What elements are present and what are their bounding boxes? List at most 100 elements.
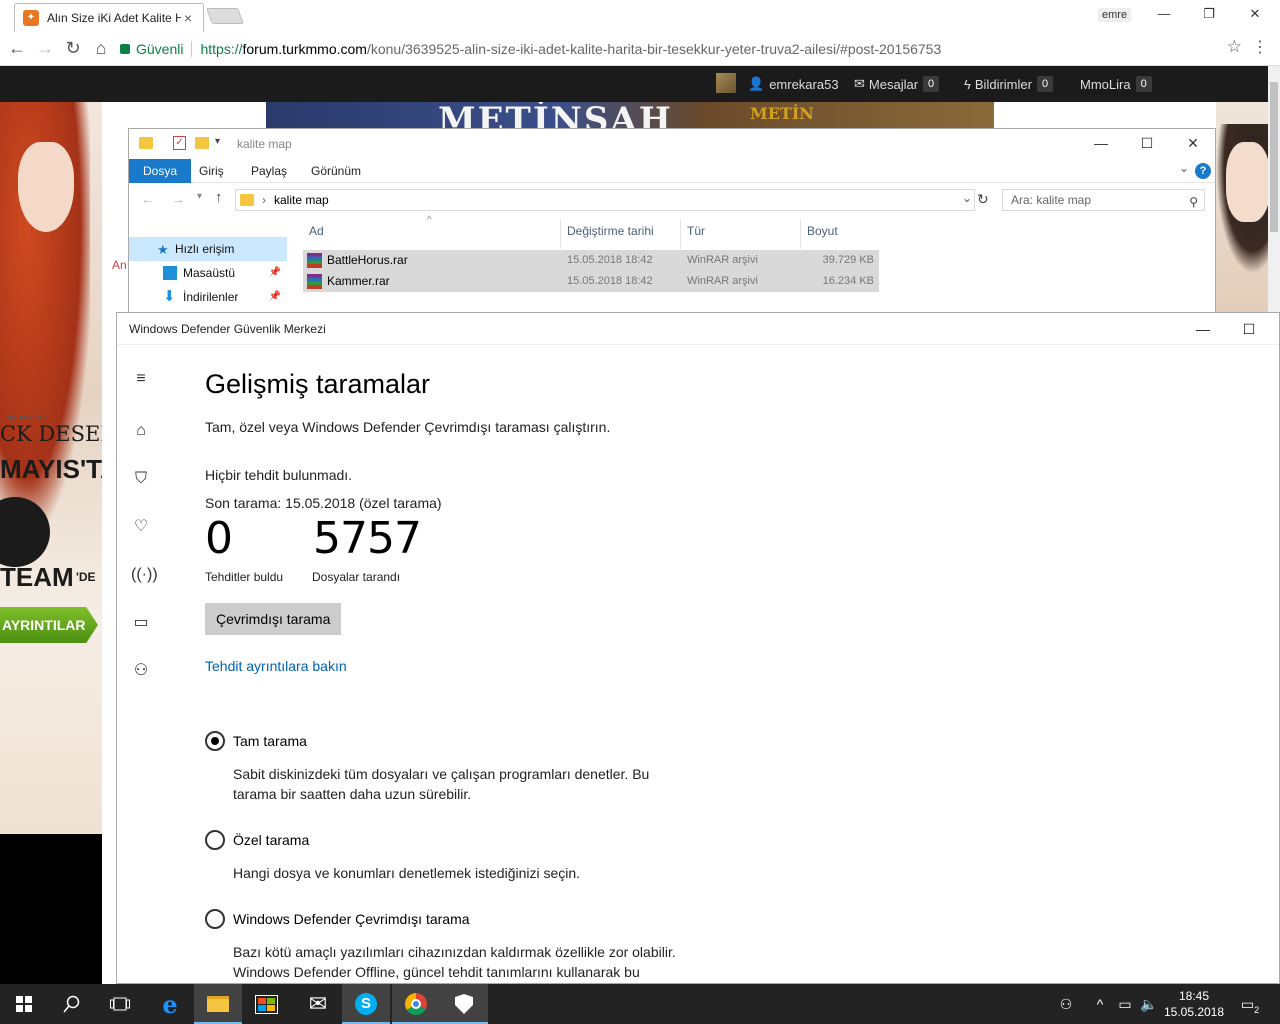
store-taskbar-button[interactable]: [242, 984, 290, 1024]
right-ad-banner[interactable]: [1216, 102, 1268, 314]
avatar[interactable]: [716, 73, 736, 93]
column-size[interactable]: Boyut: [801, 219, 879, 249]
scroll-thumb[interactable]: [1270, 82, 1278, 232]
search-icon[interactable]: ⚲: [1189, 192, 1198, 212]
explorer-search-input[interactable]: Ara: kalite map ⚲: [1002, 189, 1205, 211]
explorer-back-icon[interactable]: ←: [141, 191, 155, 207]
health-heart-icon[interactable]: ♡: [131, 517, 151, 537]
explorer-address-box[interactable]: › kalite map ⌄: [235, 189, 975, 211]
tab-file[interactable]: Dosya: [129, 159, 192, 183]
left-ad-banner[interactable]: THE BRIGHTS CK DESERT MAYIS'TA TEAM 'DE …: [0, 102, 102, 834]
back-arrow-icon[interactable]: ←: [6, 37, 28, 59]
taskbar-clock[interactable]: 18:45 15.05.2018: [1160, 988, 1228, 1020]
chrome-profile-button[interactable]: emre: [1098, 8, 1132, 22]
file-date: 15.05.2018 18:42: [567, 254, 653, 266]
volume-icon[interactable]: 🔈: [1138, 984, 1160, 1024]
close-icon[interactable]: ✕: [1245, 4, 1265, 24]
nav-quick-access[interactable]: ★ Hızlı erişim: [129, 237, 287, 261]
reload-icon[interactable]: ↻: [62, 37, 84, 59]
minimize-icon[interactable]: —: [1154, 4, 1174, 24]
explorer-taskbar-button[interactable]: [194, 984, 242, 1024]
mail-taskbar-button[interactable]: ✉: [294, 984, 342, 1024]
defender-minimize-icon[interactable]: —: [1191, 313, 1215, 345]
skype-taskbar-button[interactable]: S: [342, 984, 390, 1024]
pin-icon[interactable]: 📌: [269, 285, 281, 309]
ribbon-expand-icon[interactable]: ⌄: [1179, 161, 1189, 175]
defender-taskbar-button[interactable]: [440, 984, 488, 1024]
breadcrumb-chevron-icon[interactable]: ›: [262, 193, 266, 207]
radio-custom-scan[interactable]: Özel tarama: [205, 830, 309, 850]
up-folder-icon[interactable]: ↑: [215, 189, 223, 206]
forum-notifications[interactable]: ϟ Bildirimler 0: [964, 76, 1054, 92]
edge-taskbar-button[interactable]: e: [146, 984, 194, 1024]
column-date-modified[interactable]: Değiştirme tarihi: [561, 219, 681, 249]
start-button[interactable]: [0, 984, 48, 1024]
search-placeholder: Ara: kalite map: [1011, 193, 1092, 207]
radio-button[interactable]: [205, 830, 225, 850]
forum-mmolira[interactable]: MmoLira 0: [1080, 76, 1152, 92]
network-icon[interactable]: ▭: [1114, 984, 1136, 1024]
tab-home[interactable]: Giriş: [199, 159, 224, 183]
new-tab-button[interactable]: [206, 8, 244, 24]
app-browser-window-icon[interactable]: ▭: [131, 613, 151, 633]
threat-details-link[interactable]: Tehdit ayrıntılara bakın: [205, 658, 347, 674]
address-bar[interactable]: Güvenli https:// forum.turkmmo.com /konu…: [120, 36, 1246, 62]
family-icon[interactable]: ⚇: [131, 661, 151, 681]
file-explorer-window: ✓ ▾ kalite map — ☐ ✕ Dosya Giriş Paylaş …: [128, 128, 1216, 314]
breadcrumb[interactable]: kalite map: [274, 193, 329, 207]
explorer-maximize-icon[interactable]: ☐: [1137, 135, 1157, 152]
column-name[interactable]: Ad: [303, 219, 561, 249]
radio-full-scan[interactable]: Tam tarama: [205, 731, 307, 751]
explorer-titlebar: ✓ ▾ kalite map — ☐ ✕: [129, 129, 1215, 159]
chrome-menu-icon[interactable]: ⋮: [1252, 37, 1268, 57]
hamburger-menu-icon[interactable]: ≡: [131, 369, 151, 389]
forward-arrow-icon[interactable]: →: [34, 37, 56, 59]
radio-button[interactable]: [205, 731, 225, 751]
column-type[interactable]: Tür: [681, 219, 801, 249]
pin-icon[interactable]: 📌: [269, 261, 281, 285]
radio-offline-scan[interactable]: Windows Defender Çevrimdışı tarama: [205, 909, 470, 929]
quick-access-dropdown-icon[interactable]: ▾: [215, 136, 220, 147]
explorer-close-icon[interactable]: ✕: [1183, 135, 1203, 152]
home-icon[interactable]: ⌂: [131, 421, 151, 441]
refresh-icon[interactable]: ↻: [977, 191, 989, 208]
action-center-icon[interactable]: ▭2: [1236, 984, 1264, 1024]
forum-username[interactable]: 👤 emrekara53: [748, 76, 839, 92]
chrome-taskbar-button[interactable]: [392, 984, 440, 1024]
nav-desktop[interactable]: Masaüstü 📌: [129, 261, 287, 285]
people-icon[interactable]: ⚇: [1054, 984, 1078, 1024]
file-row[interactable]: BattleHorus.rar 15.05.2018 18:42 WinRAR …: [303, 250, 879, 271]
recent-locations-icon[interactable]: ▾: [197, 191, 202, 202]
address-dropdown-icon[interactable]: ⌄: [962, 191, 972, 205]
ad-details-button[interactable]: AYRINTILAR: [0, 607, 98, 643]
defender-maximize-icon[interactable]: ☐: [1237, 313, 1261, 345]
chrome-tabbar: ✦ Alın Size iKi Adet Kalite H × emre — ❐…: [0, 0, 1280, 32]
bookmark-star-icon[interactable]: ☆: [1227, 37, 1242, 57]
radio-button[interactable]: [205, 909, 225, 929]
file-row[interactable]: Kammer.rar 15.05.2018 18:42 WinRAR arşiv…: [303, 271, 879, 292]
explorer-forward-icon[interactable]: →: [171, 191, 185, 207]
search-button[interactable]: [48, 984, 96, 1024]
user-icon: 👤: [748, 76, 765, 91]
restore-icon[interactable]: ❐: [1199, 4, 1219, 24]
tab-share[interactable]: Paylaş: [251, 159, 287, 183]
forum-messages[interactable]: ✉ Mesajlar 0: [854, 76, 940, 92]
browser-tab[interactable]: ✦ Alın Size iKi Adet Kalite H ×: [14, 3, 204, 32]
tab-close-icon[interactable]: ×: [181, 10, 195, 26]
network-wireless-icon[interactable]: ((·)): [131, 565, 158, 585]
show-hidden-icons-chevron-icon[interactable]: ^: [1090, 984, 1110, 1024]
task-view-button[interactable]: [96, 984, 144, 1024]
defender-sidebar: ≡ ⌂ ⛉ ♡ ((·)) ▭ ⚇: [117, 345, 165, 983]
tab-view[interactable]: Görünüm: [311, 159, 361, 183]
offline-scan-button[interactable]: Çevrimdışı tarama: [205, 603, 342, 635]
explorer-minimize-icon[interactable]: —: [1091, 135, 1111, 151]
nav-downloads[interactable]: ⬇ İndirilenler 📌: [129, 285, 287, 309]
properties-icon[interactable]: ✓: [173, 136, 186, 150]
file-size: 39.729 KB: [822, 254, 874, 266]
new-folder-icon[interactable]: [195, 137, 209, 149]
home-icon[interactable]: ⌂: [90, 37, 112, 59]
shield-icon[interactable]: ⛉: [131, 469, 151, 489]
nav-quick-access-label: Hızlı erişim: [175, 242, 235, 256]
help-icon[interactable]: ?: [1195, 163, 1211, 179]
top-ad-banner[interactable]: METİNSAH METİN: [266, 102, 994, 129]
